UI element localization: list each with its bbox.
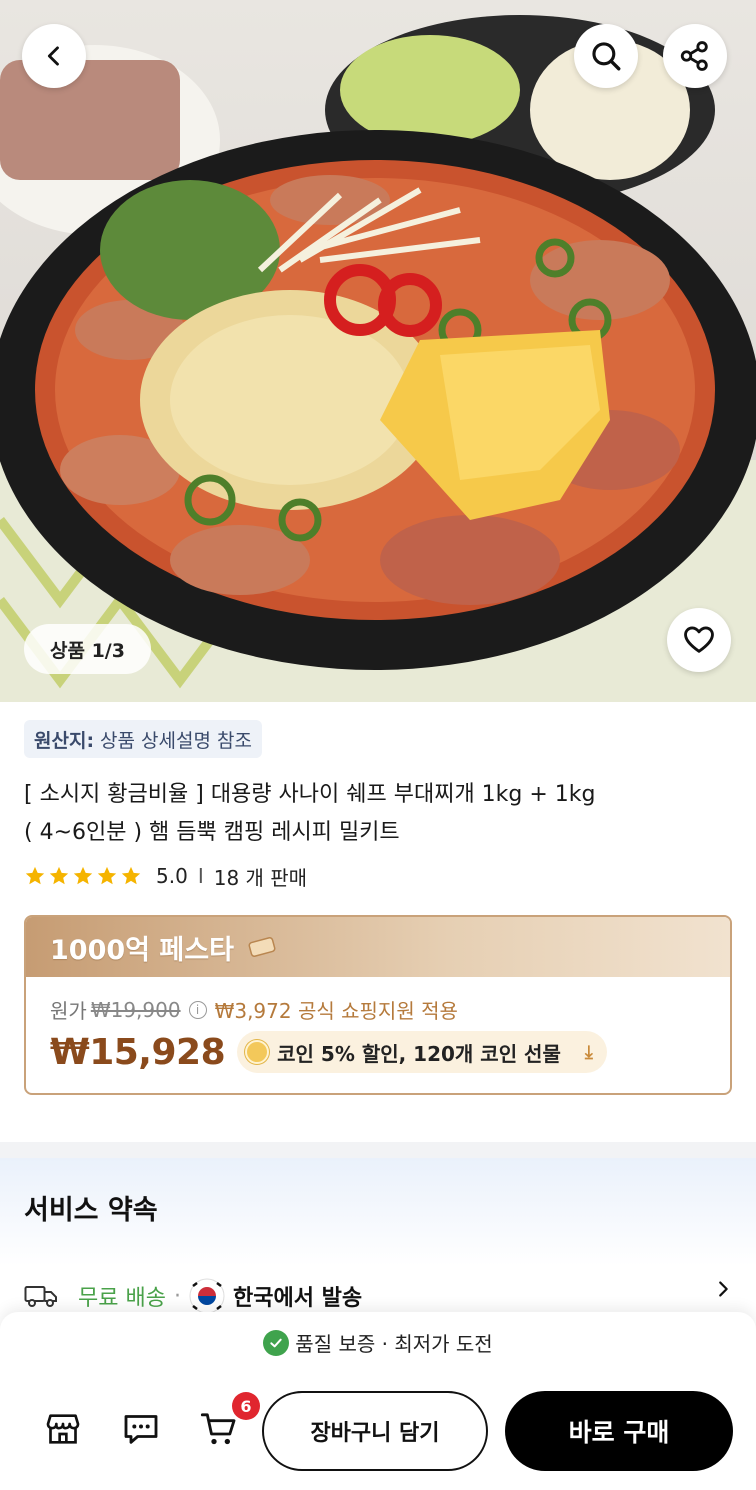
service-title: 서비스 약속 [24, 1195, 158, 1226]
rating-value: 5.0 [156, 864, 188, 888]
back-icon [47, 46, 59, 66]
final-price: ₩15,928 [50, 1031, 226, 1073]
add-to-cart-button[interactable]: 장바구니 담기 [262, 1391, 488, 1471]
search-button[interactable] [574, 24, 638, 88]
origin-label: 원산지: [34, 729, 95, 752]
quality-guarantee: 품질 보증 · 최저가 도전 [0, 1328, 756, 1357]
final-price-row: ₩15,928 코인 5% 할인, 120개 코인 선물 ⤓ [50, 1031, 607, 1073]
chat-button[interactable] [118, 1406, 164, 1452]
star-rating [24, 865, 144, 887]
truck-icon [24, 1286, 57, 1307]
origin-tag: 원산지: 상품 상세설명 참조 [24, 720, 262, 758]
shipping-row[interactable]: 무료 배송 · 한국에서 발송 [24, 1278, 734, 1314]
festa-banner: 1000억 페스타 [26, 917, 730, 977]
product-title-line1: [ 소시지 황금비율 ] 대용량 사나이 쉐프 부대찌개 1kg + 1kg [24, 782, 596, 807]
ships-from: 한국에서 발송 [232, 1286, 363, 1311]
coin-offer-text: 코인 5% 할인, 120개 코인 선물 [277, 1041, 561, 1066]
store-button[interactable] [40, 1406, 86, 1452]
product-title: [ 소시지 황금비율 ] 대용량 사나이 쉐프 부대찌개 1kg + 1kg (… [24, 776, 724, 852]
image-page-indicator: 상품 1/3 [24, 624, 151, 674]
star-icon [49, 866, 69, 885]
back-button[interactable] [22, 24, 86, 88]
original-price-label: 원가 [50, 999, 87, 1023]
origin-value: 상품 상세설명 참조 [100, 729, 252, 752]
price-card: 1000억 페스타 원가 ₩19,900 i ₩3,972 공식 쇼핑지원 적용… [24, 915, 732, 1095]
product-photo [0, 15, 756, 702]
rating-row[interactable]: 5.0 I 18 개 판매 [24, 860, 307, 892]
star-icon [25, 866, 45, 885]
star-icon [73, 866, 93, 885]
price-breakdown: 원가 ₩19,900 i ₩3,972 공식 쇼핑지원 적용 [50, 995, 458, 1024]
share-button[interactable] [663, 24, 727, 88]
star-icon [97, 866, 117, 885]
sold-count: 18 개 판매 [213, 865, 308, 890]
product-image-carousel[interactable]: 상품 1/3 [0, 0, 756, 702]
search-icon [592, 42, 621, 71]
festa-label: 1000억 페스타 [50, 934, 234, 966]
heart-icon [684, 626, 714, 653]
chevron-right-icon[interactable] [712, 1278, 734, 1300]
share-icon [680, 41, 708, 71]
korea-flag-icon [189, 1278, 225, 1314]
service-section: 서비스 약속 무료 배송 · 한국에서 발송 [0, 1158, 756, 1338]
bottom-action-bar: 품질 보증 · 최저가 도전 6 장바구니 담기 바로 구매 [0, 1312, 756, 1490]
free-shipping: 무료 배송 [78, 1286, 166, 1311]
original-price: ₩19,900 [90, 997, 181, 1022]
star-icon [121, 866, 141, 885]
download-icon: ⤓ [584, 1041, 593, 1063]
product-title-line2: ( 4~6인분 ) 햄 듬뿍 캠핑 레시피 밀키트 [24, 820, 400, 845]
rating-separator: I [197, 864, 204, 888]
cart-icon [200, 1413, 236, 1445]
promo-discount: ₩3,972 공식 쇼핑지원 적용 [214, 999, 458, 1023]
check-icon [263, 1329, 290, 1356]
separator-dot: · [173, 1283, 181, 1309]
ticket-icon [248, 937, 276, 957]
wishlist-button[interactable] [667, 608, 731, 672]
guarantee-text: 품질 보증 · 최저가 도전 [295, 1332, 493, 1356]
cart-count-badge: 6 [232, 1392, 260, 1420]
buy-now-button[interactable]: 바로 구매 [505, 1391, 733, 1471]
store-icon [46, 1414, 80, 1444]
section-divider [0, 1142, 756, 1158]
coin-offer-button[interactable]: 코인 5% 할인, 120개 코인 선물 ⤓ [237, 1031, 607, 1073]
coin-icon [245, 1040, 270, 1064]
chat-icon [124, 1415, 158, 1444]
info-icon[interactable]: i [188, 1000, 207, 1019]
